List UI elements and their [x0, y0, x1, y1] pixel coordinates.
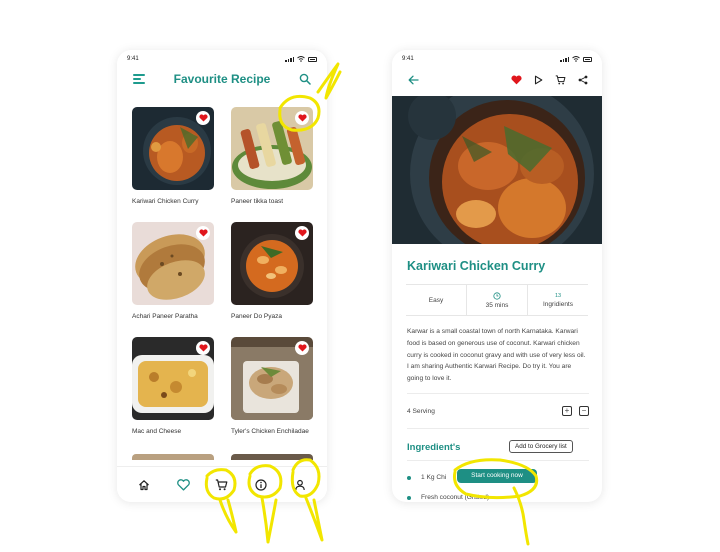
- recipe-name: Achari Paneer Paratha: [132, 313, 198, 320]
- heart-icon[interactable]: [174, 476, 192, 494]
- favourite-heart-icon[interactable]: [295, 341, 309, 355]
- bottom-navigation: [117, 466, 327, 502]
- recipe-meta: Easy 35 mins 13 Ingridients: [406, 284, 588, 316]
- share-icon[interactable]: [578, 75, 588, 85]
- recipe-name: Kariwari Chicken Curry: [132, 198, 199, 205]
- status-bar: 9:41: [402, 54, 592, 64]
- ingredients-count: 13: [554, 292, 562, 299]
- recipe-card[interactable]: Mac and Cheese: [132, 337, 216, 436]
- annotation-scribbles: [204, 62, 539, 546]
- bullet-icon: [407, 495, 411, 500]
- serving-label: 4 Serving: [407, 407, 435, 415]
- favourite-heart-icon[interactable]: [196, 111, 210, 125]
- clock-icon: [493, 291, 501, 300]
- recipe-image: [132, 337, 214, 420]
- heart-filled-icon[interactable]: [511, 75, 522, 85]
- recipe-card[interactable]: Paneer Do Pyaza: [231, 222, 315, 321]
- home-icon[interactable]: [135, 476, 153, 494]
- header: Favourite Recipe: [117, 70, 327, 88]
- recipe-card[interactable]: Paneer tikka toast: [231, 107, 315, 206]
- recipe-detail-screen: 9:41 Kariwari Chicken Curry Easy 35 mins…: [392, 50, 602, 502]
- minus-icon[interactable]: −: [579, 406, 589, 416]
- recipe-description: Karwar is a small coastal town of north …: [407, 328, 586, 383]
- start-cooking-button[interactable]: Start cooking now: [457, 469, 537, 483]
- recipe-image: [231, 222, 313, 305]
- recipe-image: [132, 222, 214, 305]
- recipe-hero-image: [392, 96, 602, 244]
- battery-icon: [583, 56, 592, 62]
- status-time: 9:41: [127, 56, 139, 62]
- divider: [407, 393, 589, 394]
- cart-icon[interactable]: [213, 476, 231, 494]
- bullet-icon: [407, 475, 411, 480]
- recipe-name: Tyler's Chicken Enchiladae: [231, 428, 309, 435]
- recipe-name: Mac and Cheese: [132, 428, 182, 435]
- stage: 9:41 Favourite Recipe Kariwari Chicken C…: [0, 0, 720, 552]
- recipe-image: [132, 454, 214, 460]
- status-bar: 9:41: [127, 54, 317, 64]
- favourite-heart-icon[interactable]: [295, 111, 309, 125]
- ingredients-heading: Ingredient's: [407, 442, 461, 453]
- page-title: Favourite Recipe: [173, 72, 271, 86]
- recipe-card[interactable]: Achari Paneer Paratha: [132, 222, 216, 321]
- favourite-heart-icon[interactable]: [196, 226, 210, 240]
- battery-icon: [308, 56, 317, 62]
- ingredient-text: 1 Kg Chi: [421, 474, 447, 481]
- divider: [407, 460, 589, 461]
- recipe-name: Paneer tikka toast: [231, 198, 284, 205]
- info-icon[interactable]: [252, 476, 270, 494]
- ingredient-item: 1 Kg Chi: [407, 474, 446, 481]
- status-time: 9:41: [402, 56, 414, 62]
- time-cell: 35 mins: [466, 285, 527, 315]
- wifi-icon: [297, 56, 305, 62]
- recipe-image: [231, 107, 313, 190]
- recipe-card[interactable]: Kariwari Chicken Curry: [132, 107, 216, 206]
- search-icon[interactable]: [299, 73, 311, 85]
- difficulty-cell: Easy: [406, 285, 466, 315]
- ingredient-text: Fresh coconut (Grated): [421, 494, 490, 501]
- favourite-heart-icon[interactable]: [196, 341, 210, 355]
- recipe-image: [231, 337, 313, 420]
- recipe-name: Paneer Do Pyaza: [231, 313, 282, 320]
- ingredients-count-cell: 13 Ingridients: [527, 285, 588, 315]
- recipe-title: Kariwari Chicken Curry: [407, 259, 546, 273]
- user-icon[interactable]: [291, 476, 309, 494]
- signal-icon: [560, 56, 569, 62]
- ingredient-item: Fresh coconut (Grated): [407, 494, 489, 501]
- favourites-screen: 9:41 Favourite Recipe Kariwari Chicken C…: [117, 50, 327, 502]
- time-value: 35 mins: [485, 301, 509, 309]
- ingredients-count-label: Ingridients: [543, 300, 573, 308]
- serving-row: 4 Serving + −: [407, 406, 589, 416]
- play-icon[interactable]: [534, 75, 543, 85]
- recipe-image: [231, 454, 313, 460]
- divider: [407, 428, 589, 429]
- back-arrow-icon[interactable]: [408, 75, 419, 85]
- recipe-image: [132, 107, 214, 190]
- detail-header: [392, 72, 602, 90]
- add-to-grocery-button[interactable]: Add to Grocery list: [509, 440, 573, 453]
- difficulty-value: Easy: [428, 296, 444, 304]
- plus-icon[interactable]: +: [562, 406, 572, 416]
- cart-icon[interactable]: [555, 75, 566, 85]
- favourite-heart-icon[interactable]: [295, 226, 309, 240]
- signal-icon: [285, 56, 294, 62]
- wifi-icon: [572, 56, 580, 62]
- recipe-card[interactable]: Tyler's Chicken Enchiladae: [231, 337, 315, 436]
